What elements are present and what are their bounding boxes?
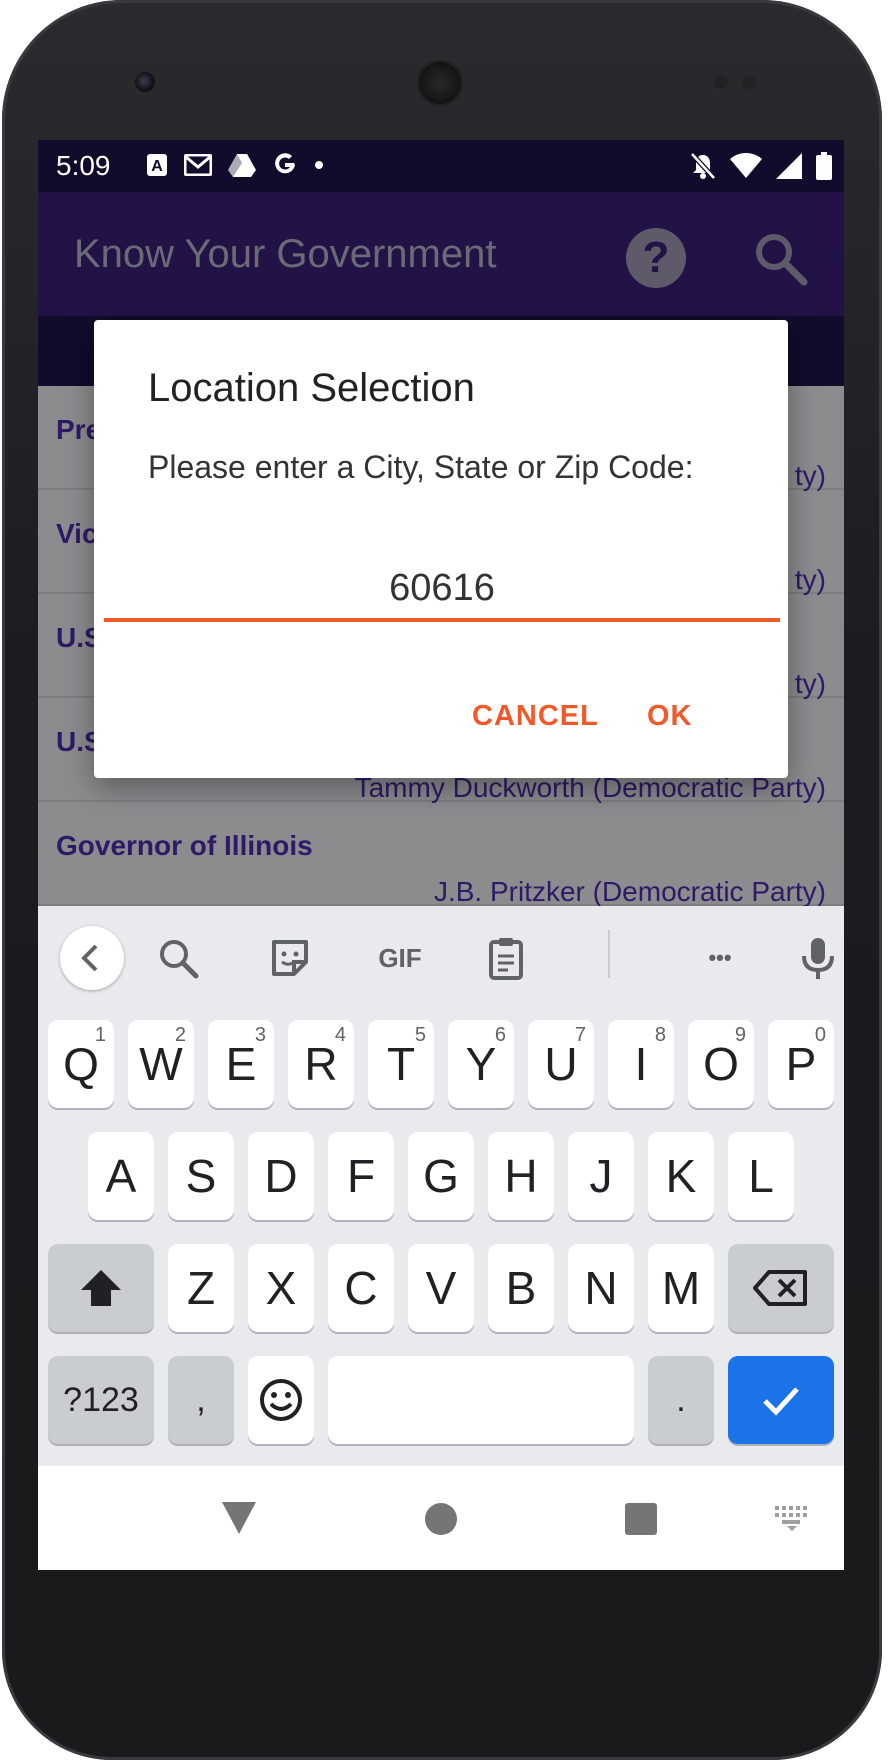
search-icon[interactable] (750, 228, 810, 288)
key-v[interactable]: V (408, 1244, 474, 1332)
key-n[interactable]: N (568, 1244, 634, 1332)
ok-button[interactable]: OK (647, 700, 693, 733)
dot-icon (315, 161, 323, 169)
sticker-icon[interactable] (266, 934, 314, 982)
symbols-key[interactable]: ?123 (48, 1356, 154, 1444)
key-j[interactable]: J (568, 1132, 634, 1220)
emoji-key[interactable] (248, 1356, 314, 1444)
search-icon[interactable] (154, 934, 202, 982)
screen: 5:09 A Know Your Government ? Pre ty) Vi… (38, 140, 844, 1570)
help-icon[interactable]: ? (626, 228, 686, 288)
navigation-bar (38, 1466, 844, 1570)
soft-keyboard: GIF ••• Q1 W2 E3 R4 T 5 Y 6 U 7 I 8 O 9 … (38, 906, 844, 1466)
key-p[interactable]: P0 (768, 1020, 834, 1108)
key-s[interactable]: S (168, 1132, 234, 1220)
key-e[interactable]: E3 (208, 1020, 274, 1108)
key-u[interactable]: U7 (528, 1020, 594, 1108)
gmail-icon (184, 154, 212, 176)
key-c[interactable]: C (328, 1244, 394, 1332)
key-f[interactable]: F (328, 1132, 394, 1220)
shift-icon (81, 1270, 121, 1306)
proximity-sensor (714, 75, 728, 89)
key-t[interactable]: T5 (368, 1020, 434, 1108)
key-r[interactable]: R4 (288, 1020, 354, 1108)
key-d[interactable]: D (248, 1132, 314, 1220)
svg-text:A: A (151, 158, 163, 175)
emoji-icon (260, 1379, 302, 1421)
front-camera (135, 72, 155, 92)
app-title: Know Your Government (74, 232, 497, 276)
cancel-button[interactable]: CANCEL (472, 700, 599, 733)
phone-frame: 5:09 A Know Your Government ? Pre ty) Vi… (2, 0, 882, 1760)
official-name: ty) (794, 668, 826, 699)
app-bar: Know Your Government ? (38, 192, 844, 316)
period-key[interactable]: . (648, 1356, 714, 1444)
shift-key[interactable] (48, 1244, 154, 1332)
key-z[interactable]: Z (168, 1244, 234, 1332)
key-b[interactable]: B (488, 1244, 554, 1332)
list-item[interactable]: Governor of Illinois J.B. Pritzker (Demo… (38, 802, 844, 907)
recents-nav-icon[interactable] (624, 1502, 658, 1536)
keyboard-toolbar: GIF ••• (38, 906, 844, 1004)
location-dialog: Location Selection Please enter a City, … (94, 320, 788, 778)
official-name: ty) (794, 460, 826, 491)
dialog-message: Please enter a City, State or Zip Code: (148, 449, 694, 485)
google-icon (275, 153, 295, 174)
key-k[interactable]: K (648, 1132, 714, 1220)
key-y[interactable]: Y6 (448, 1020, 514, 1108)
official-name: ty) (794, 564, 826, 595)
key-o[interactable]: O9 (688, 1020, 754, 1108)
space-key[interactable] (328, 1356, 634, 1444)
battery-icon (816, 152, 832, 180)
key-m[interactable]: M (648, 1244, 714, 1332)
more-icon[interactable]: ••• (696, 934, 744, 982)
key-g[interactable]: G (408, 1132, 474, 1220)
key-h[interactable]: H (488, 1132, 554, 1220)
key-l[interactable]: L (728, 1132, 794, 1220)
mute-icon (690, 152, 716, 180)
signal-icon (776, 153, 802, 179)
gif-icon[interactable]: GIF (370, 934, 430, 982)
key-a[interactable]: A (88, 1132, 154, 1220)
toolbar-divider (608, 930, 610, 978)
key-w[interactable]: W2 (128, 1020, 194, 1108)
keyboard-switch-icon[interactable] (774, 1504, 810, 1532)
home-nav-icon[interactable] (424, 1502, 458, 1536)
enter-key[interactable] (728, 1356, 834, 1444)
a-notification-icon: A (147, 154, 167, 176)
check-icon (763, 1387, 799, 1416)
comma-key[interactable]: , (168, 1356, 234, 1444)
official-name: J.B. Pritzker (Democratic Party) (433, 876, 826, 907)
status-time: 5:09 (56, 150, 111, 181)
wifi-icon (730, 153, 762, 178)
backspace-key[interactable] (728, 1244, 834, 1332)
back-nav-icon[interactable] (220, 1500, 258, 1536)
key-i[interactable]: I8 (608, 1020, 674, 1108)
earpiece-speaker (417, 60, 463, 106)
mic-icon[interactable] (794, 934, 842, 982)
key-q[interactable]: Q1 (48, 1020, 114, 1108)
dialog-title: Location Selection (148, 366, 475, 410)
system-icons (690, 152, 832, 180)
light-sensor (742, 75, 756, 89)
clipboard-icon[interactable] (482, 934, 530, 982)
office-name: Vic (56, 518, 98, 549)
back-icon[interactable] (60, 926, 124, 990)
location-input[interactable] (104, 558, 780, 622)
backspace-icon (753, 1270, 807, 1306)
drive-icon (228, 154, 256, 177)
status-bar: 5:09 A (38, 140, 844, 192)
office-name: Governor of Illinois (56, 830, 313, 861)
notification-icons: A (146, 152, 324, 178)
key-x[interactable]: X (248, 1244, 314, 1332)
